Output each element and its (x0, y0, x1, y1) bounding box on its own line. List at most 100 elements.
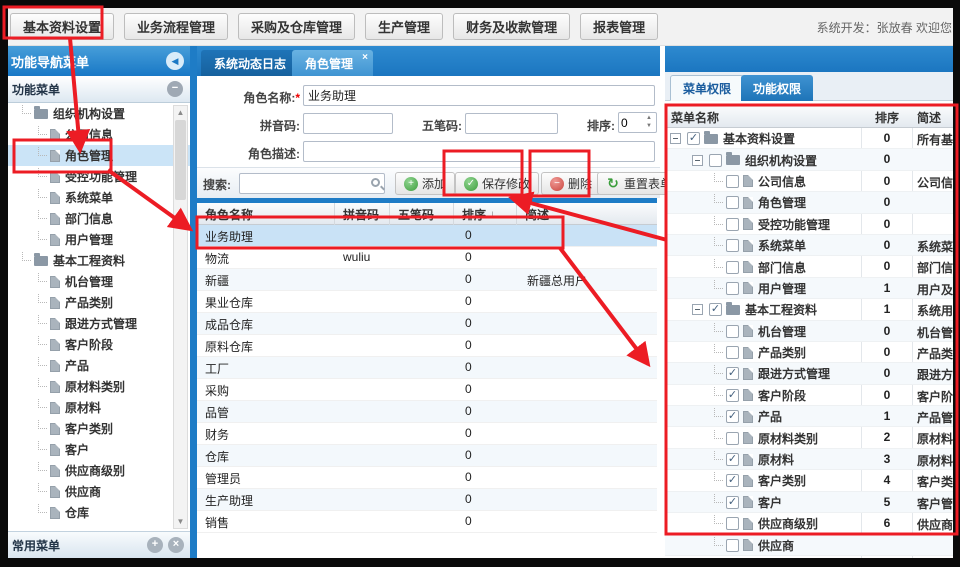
sort-input[interactable] (621, 114, 643, 131)
common-menu-add-icon[interactable]: + (147, 537, 163, 553)
col-wubi[interactable]: 五笔码 (390, 203, 454, 225)
collapse-section-icon[interactable]: − (167, 81, 183, 97)
scroll-up-icon[interactable]: ▲ (174, 106, 187, 119)
search-input[interactable] (239, 173, 385, 194)
perm-row-产品类别[interactable]: 产品类别0产品类 (665, 342, 953, 363)
collapse-node-icon[interactable] (670, 133, 681, 144)
checkbox-unchecked[interactable] (726, 239, 739, 252)
perm-row-供应商[interactable]: 供应商 (665, 534, 953, 555)
sort-stepper[interactable]: ▲ ▼ (618, 112, 657, 133)
col-menu-name[interactable]: 菜单名称 (671, 105, 719, 129)
checkbox-checked[interactable]: ✓ (726, 474, 739, 487)
table-row-业务助理[interactable]: 业务助理0 (197, 225, 657, 247)
col-pinyin[interactable]: 拼音码 (335, 203, 390, 225)
sidebar-item-原材料类别[interactable]: 原材料类别 (8, 376, 190, 397)
col-perm-sort[interactable]: 排序 (862, 105, 912, 129)
sidebar-section-function-menu[interactable]: 功能菜单 − (8, 76, 190, 103)
sidebar-item-跟进方式管理[interactable]: 跟进方式管理 (8, 313, 190, 334)
sidebar-item-原材料[interactable]: 原材料 (8, 397, 190, 418)
perm-row-基本工程资料[interactable]: ✓基本工程资料1系统用 (665, 299, 953, 320)
sidebar-item-公司信息[interactable]: 公司信息 (8, 124, 190, 145)
nav-business-process[interactable]: 业务流程管理 (124, 13, 228, 40)
nav-purchase-warehouse[interactable]: 采购及仓库管理 (238, 13, 355, 40)
sidebar-collapse-icon[interactable]: ◀ (166, 52, 184, 70)
delete-button[interactable]: − 删除 (541, 172, 601, 195)
table-row-果业仓库[interactable]: 果业仓库0 (197, 291, 657, 313)
sidebar-item-产品[interactable]: 产品 (8, 355, 190, 376)
checkbox-unchecked[interactable] (726, 196, 739, 209)
perm-row-用户管理[interactable]: 用户管理1用户及 (665, 278, 953, 299)
checkbox-unchecked[interactable] (726, 517, 739, 530)
perm-row-客户阶段[interactable]: ✓客户阶段0客户阶 (665, 385, 953, 406)
checkbox-checked[interactable]: ✓ (726, 367, 739, 380)
perm-row-系统菜单[interactable]: 系统菜单0系统菜 (665, 235, 953, 256)
sidebar-item-客户阶段[interactable]: 客户阶段 (8, 334, 190, 355)
sidebar-item-受控功能管理[interactable]: 受控功能管理 (8, 166, 190, 187)
tab-system-activity-log[interactable]: 系统动态日志 (201, 50, 299, 76)
table-row-物流[interactable]: 物流wuliu0 (197, 247, 657, 269)
role-desc-input[interactable] (303, 141, 655, 162)
checkbox-checked[interactable]: ✓ (726, 410, 739, 423)
table-row-管理员[interactable]: 管理员0 (197, 467, 657, 489)
checkbox-checked[interactable]: ✓ (709, 303, 722, 316)
checkbox-unchecked[interactable] (709, 154, 722, 167)
col-perm-desc[interactable]: 简述 (917, 105, 941, 129)
sidebar-item-供应商级别[interactable]: 供应商级别 (8, 460, 190, 481)
sidebar-item-角色管理[interactable]: 角色管理 (8, 145, 190, 166)
perm-row-客户类别[interactable]: ✓客户类别4客户类 (665, 470, 953, 491)
sidebar-item-组织机构设置[interactable]: 组织机构设置 (8, 103, 190, 124)
common-menu-close-icon[interactable]: × (168, 537, 184, 553)
sidebar-item-系统菜单[interactable]: 系统菜单 (8, 187, 190, 208)
table-row-原料仓库[interactable]: 原料仓库0 (197, 335, 657, 357)
perm-row-角色管理[interactable]: 角色管理0 (665, 192, 953, 213)
perm-row-原材料类别[interactable]: 原材料类别2原材料 (665, 427, 953, 448)
wubi-input[interactable] (465, 113, 558, 134)
collapse-node-icon[interactable] (692, 155, 703, 166)
sidebar-item-供应商[interactable]: 供应商 (8, 481, 190, 502)
col-desc[interactable]: 简述 (517, 203, 655, 225)
tab-role-management[interactable]: 角色管理 × (292, 50, 373, 76)
checkbox-unchecked[interactable] (726, 175, 739, 188)
checkbox-unchecked[interactable] (726, 261, 739, 274)
scrollbar-thumb[interactable] (175, 120, 186, 200)
perm-row-基本资料设置[interactable]: ✓基本资料设置0所有基 (665, 128, 953, 149)
perm-row-受控功能管理[interactable]: 受控功能管理0 (665, 214, 953, 235)
tab-menu-permissions[interactable]: 菜单权限 (670, 75, 744, 101)
checkbox-unchecked[interactable] (726, 539, 739, 552)
table-row-新疆[interactable]: 新疆0新疆总用户 (197, 269, 657, 291)
checkbox-checked[interactable]: ✓ (726, 453, 739, 466)
perm-row-部门信息[interactable]: 部门信息0部门信 (665, 256, 953, 277)
table-row-生产助理[interactable]: 生产助理0 (197, 489, 657, 511)
col-sort[interactable]: 排序↓ (454, 203, 517, 225)
table-row-销售[interactable]: 销售0 (197, 511, 657, 533)
sidebar-item-基本工程资料[interactable]: 基本工程资料 (8, 250, 190, 271)
stepper-down-icon[interactable]: ▼ (643, 122, 655, 131)
checkbox-checked[interactable]: ✓ (726, 496, 739, 509)
perm-row-机台管理[interactable]: 机台管理0机台管 (665, 321, 953, 342)
sidebar-scrollbar[interactable]: ▲ ▼ (173, 105, 188, 529)
table-row-成品仓库[interactable]: 成品仓库0 (197, 313, 657, 335)
perm-row-供应商级别[interactable]: 供应商级别6供应商 (665, 513, 953, 534)
add-button[interactable]: + 添加 (395, 172, 455, 195)
nav-reports[interactable]: 报表管理 (580, 13, 658, 40)
checkbox-unchecked[interactable] (726, 282, 739, 295)
sidebar-item-用户管理[interactable]: 用户管理 (8, 229, 190, 250)
nav-production[interactable]: 生产管理 (365, 13, 443, 40)
table-row-仓库[interactable]: 仓库0 (197, 445, 657, 467)
nav-basic-data-settings[interactable]: 基本资料设置 (10, 13, 114, 40)
save-button[interactable]: ✓ 保存修改 (455, 172, 539, 195)
perm-row-组织机构设置[interactable]: 组织机构设置0 (665, 149, 953, 170)
perm-row-产品[interactable]: ✓产品1产品管 (665, 406, 953, 427)
collapse-node-icon[interactable] (692, 304, 703, 315)
pinyin-input[interactable] (303, 113, 393, 134)
sidebar-item-客户类别[interactable]: 客户类别 (8, 418, 190, 439)
role-name-input[interactable] (303, 85, 655, 106)
perm-row-公司信息[interactable]: 公司信息0公司信 (665, 171, 953, 192)
table-row-品管[interactable]: 品管0 (197, 401, 657, 423)
sidebar-item-机台管理[interactable]: 机台管理 (8, 271, 190, 292)
checkbox-checked[interactable]: ✓ (726, 389, 739, 402)
scroll-down-icon[interactable]: ▼ (174, 515, 187, 528)
sidebar-item-产品类别[interactable]: 产品类别 (8, 292, 190, 313)
table-row-财务[interactable]: 财务0 (197, 423, 657, 445)
col-role-name[interactable]: 角色名称 (197, 203, 335, 225)
